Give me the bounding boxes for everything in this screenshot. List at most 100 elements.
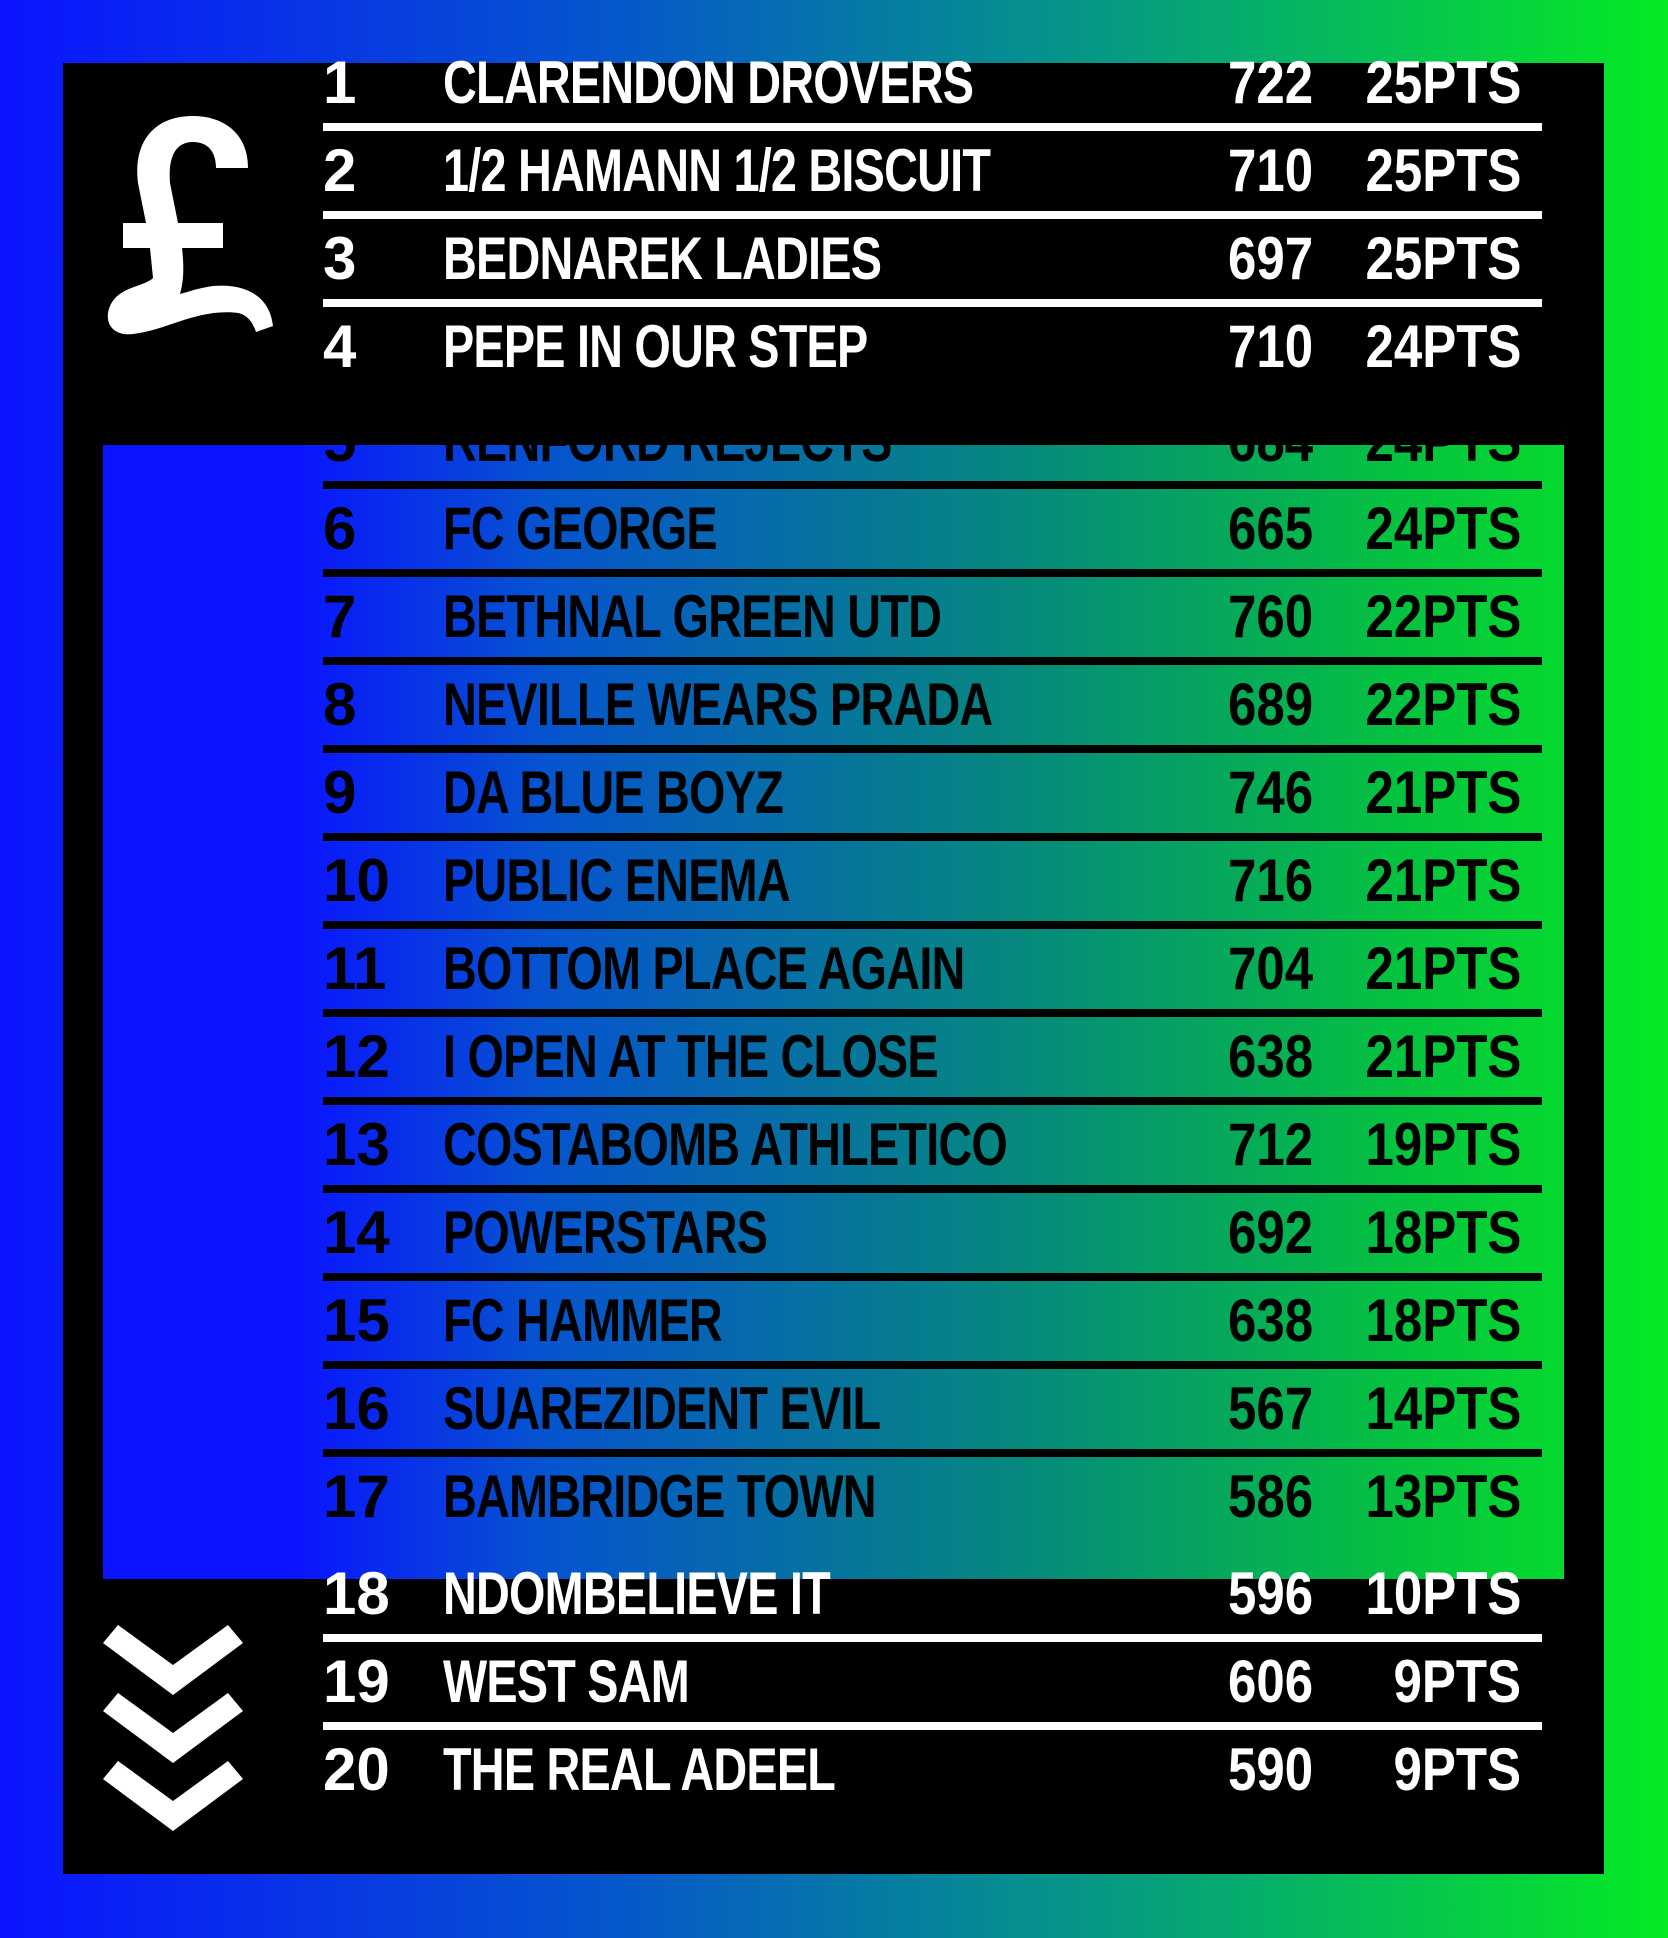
table-row: 16 SUAREZIDENT EVIL 567 14PTS (323, 1365, 1542, 1457)
score-cell: 697 (1228, 225, 1314, 292)
team-name-cell: SUAREZIDENT EVIL (443, 1375, 881, 1442)
points-cell: 9PTS (1393, 1648, 1521, 1715)
score-cell: 638 (1228, 1023, 1314, 1090)
table-row: 15 FC HAMMER 638 18PTS (323, 1277, 1542, 1369)
table-row: 8 NEVILLE WEARS PRADA 689 22PTS (323, 661, 1542, 753)
points-cell: 22PTS (1365, 583, 1521, 650)
position-cell: 20 (323, 1736, 390, 1803)
score-cell: 710 (1228, 137, 1314, 204)
team-name-cell: BEDNAREK LADIES (443, 225, 882, 292)
table-row: 12 I OPEN AT THE CLOSE 638 21PTS (323, 1013, 1542, 1105)
position-cell: 18 (323, 1560, 390, 1627)
team-name-cell: I OPEN AT THE CLOSE (443, 1023, 939, 1090)
table-row: 18 NDOMBELIEVE IT 596 10PTS (323, 1550, 1542, 1642)
table-row: 13 COSTABOMB ATHLETICO 712 19PTS (323, 1101, 1542, 1193)
table-row: 2 1/2 HAMANN 1/2 BISCUIT 710 25PTS (323, 127, 1542, 219)
team-name-cell: COSTABOMB ATHLETICO (443, 1111, 1008, 1178)
table-row: 20 THE REAL ADEEL 590 9PTS (323, 1726, 1542, 1814)
team-name-cell: BETHNAL GREEN UTD (443, 583, 942, 650)
team-name-cell: DA BLUE BOYZ (443, 759, 784, 826)
score-cell: 665 (1228, 495, 1314, 562)
pound-sign-icon (107, 116, 273, 335)
position-cell: 9 (323, 759, 357, 826)
points-cell: 25PTS (1365, 137, 1521, 204)
score-cell: 716 (1228, 847, 1314, 914)
position-cell: 14 (323, 1199, 390, 1266)
table-row: 3 BEDNAREK LADIES 697 25PTS (323, 215, 1542, 307)
team-name-cell: POWERSTARS (443, 1199, 768, 1266)
team-name-cell: BAMBRIDGE TOWN (443, 1463, 877, 1530)
position-cell: 11 (323, 935, 387, 1002)
table-row: 7 BETHNAL GREEN UTD 760 22PTS (323, 573, 1542, 665)
points-cell: 18PTS (1365, 1287, 1521, 1354)
score-cell: 638 (1228, 1287, 1314, 1354)
triple-chevron-down-icon (103, 1625, 243, 1831)
position-cell: 13 (323, 1111, 390, 1178)
table-row: 1 CLARENDON DROVERS 722 25PTS (323, 39, 1542, 131)
position-cell: 16 (323, 1375, 390, 1442)
score-cell: 692 (1228, 1199, 1314, 1266)
points-cell: 13PTS (1365, 1463, 1521, 1530)
score-cell: 746 (1228, 759, 1314, 826)
team-name-cell: BOTTOM PLACE AGAIN (443, 935, 965, 1002)
position-cell: 19 (323, 1648, 390, 1715)
points-cell: 21PTS (1365, 759, 1521, 826)
team-name-cell: FC HAMMER (443, 1287, 723, 1354)
score-cell: 760 (1228, 583, 1314, 650)
table-row: 4 PEPE IN OUR STEP 710 24PTS (323, 303, 1542, 391)
table-row: 11 BOTTOM PLACE AGAIN 704 21PTS (323, 925, 1542, 1017)
team-name-cell: FC GEORGE (443, 495, 718, 562)
points-cell: 24PTS (1365, 313, 1521, 380)
score-cell: 710 (1228, 313, 1314, 380)
score-cell: 704 (1228, 935, 1314, 1002)
position-cell: 1 (323, 49, 357, 116)
points-cell: 18PTS (1365, 1199, 1521, 1266)
score-cell: 596 (1228, 1560, 1314, 1627)
table-row: 5 RENFORD REJECTS 684 24PTS (323, 397, 1542, 489)
position-cell: 15 (323, 1287, 390, 1354)
league-table-panel: 1 CLARENDON DROVERS 722 25PTS 2 1/2 HAMANN 1/… (63, 49, 1604, 1874)
points-cell: 22PTS (1365, 671, 1521, 738)
position-cell: 4 (323, 313, 357, 380)
position-cell: 2 (323, 137, 357, 204)
team-name-cell: 1/2 HAMANN 1/2 BISCUIT (443, 137, 991, 204)
team-name-cell: PUBLIC ENEMA (443, 847, 791, 914)
points-cell: 21PTS (1365, 935, 1521, 1002)
points-cell: 25PTS (1365, 225, 1521, 292)
points-cell: 21PTS (1365, 1023, 1521, 1090)
score-cell: 722 (1228, 49, 1314, 116)
position-cell: 3 (323, 225, 357, 292)
team-name-cell: WEST SAM (443, 1648, 690, 1715)
table-row: 17 BAMBRIDGE TOWN 586 13PTS (323, 1453, 1542, 1541)
position-cell: 12 (323, 1023, 390, 1090)
position-cell: 6 (323, 495, 357, 562)
team-name-cell: PEPE IN OUR STEP (443, 313, 868, 380)
score-cell: 567 (1228, 1375, 1314, 1442)
score-cell: 712 (1228, 1111, 1314, 1178)
table-row: 6 FC GEORGE 665 24PTS (323, 485, 1542, 577)
team-name-cell: CLARENDON DROVERS (443, 49, 974, 116)
score-cell: 606 (1228, 1648, 1314, 1715)
points-cell: 25PTS (1365, 49, 1521, 116)
position-cell: 8 (323, 671, 357, 738)
score-cell: 590 (1228, 1736, 1314, 1803)
points-cell: 21PTS (1365, 847, 1521, 914)
team-name-cell: NEVILLE WEARS PRADA (443, 671, 993, 738)
team-name-cell: RENFORD REJECTS (443, 407, 892, 474)
score-cell: 684 (1228, 407, 1314, 474)
position-cell: 5 (323, 407, 357, 474)
table-row: 19 WEST SAM 606 9PTS (323, 1638, 1542, 1730)
score-cell: 586 (1228, 1463, 1314, 1530)
table-row: 9 DA BLUE BOYZ 746 21PTS (323, 749, 1542, 841)
table-row: 10 PUBLIC ENEMA 716 21PTS (323, 837, 1542, 929)
points-cell: 10PTS (1365, 1560, 1521, 1627)
position-cell: 10 (323, 847, 390, 914)
score-cell: 689 (1228, 671, 1314, 738)
points-cell: 24PTS (1365, 407, 1521, 474)
team-name-cell: THE REAL ADEEL (443, 1736, 836, 1803)
points-cell: 14PTS (1365, 1375, 1521, 1442)
points-cell: 24PTS (1365, 495, 1521, 562)
points-cell: 9PTS (1393, 1736, 1521, 1803)
table-row: 14 POWERSTARS 692 18PTS (323, 1189, 1542, 1281)
position-cell: 7 (323, 583, 357, 650)
